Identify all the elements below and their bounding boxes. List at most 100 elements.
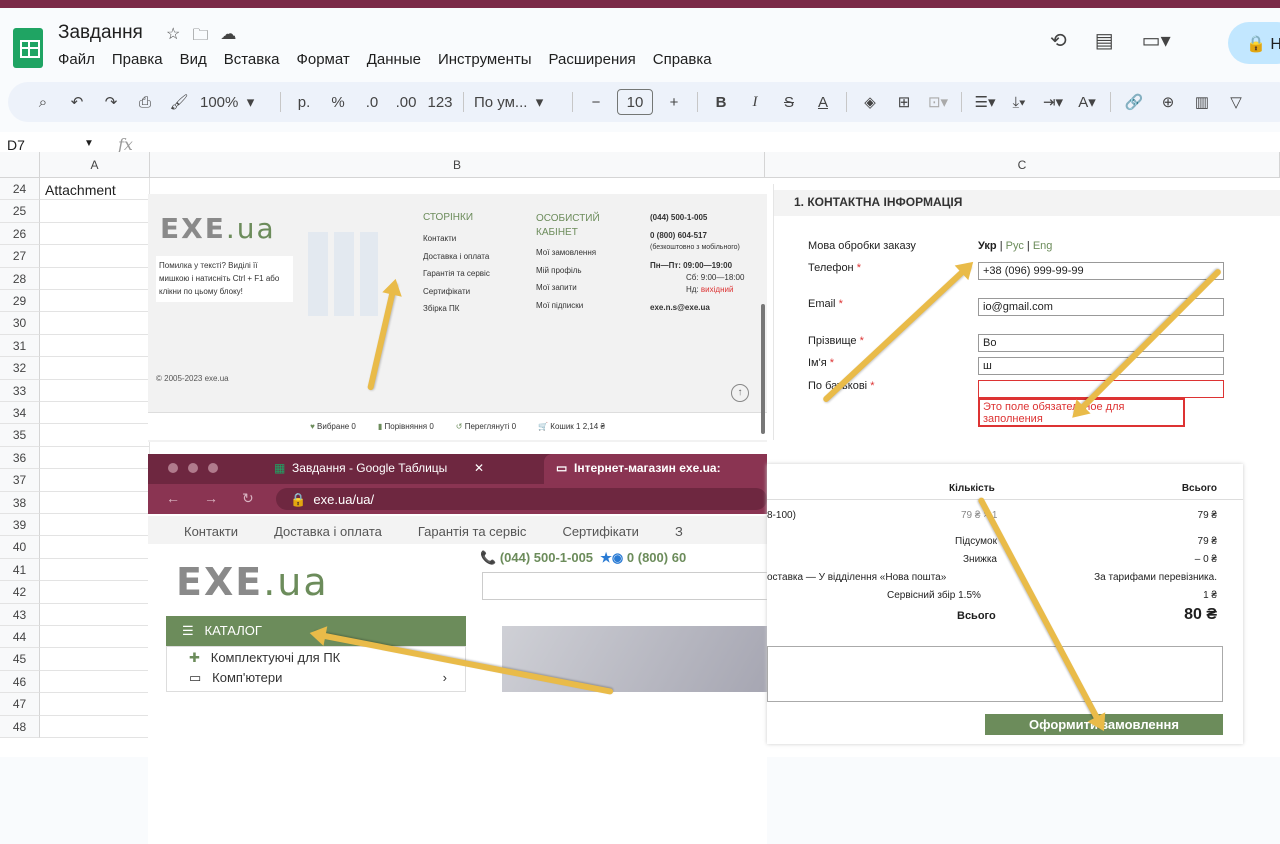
grid-cell[interactable] bbox=[40, 379, 150, 402]
nav-certificates[interactable]: Сертифікати bbox=[562, 524, 639, 544]
row-header[interactable]: 26 bbox=[0, 222, 40, 246]
increase-decimal-button[interactable]: .00 bbox=[389, 88, 423, 116]
banner-image[interactable] bbox=[502, 626, 767, 692]
row-header[interactable]: 33 bbox=[0, 379, 40, 402]
reload-icon[interactable]: ↻ bbox=[242, 490, 254, 507]
window-close-icon[interactable] bbox=[168, 463, 178, 473]
insert-chart-icon[interactable]: ▥ bbox=[1185, 88, 1219, 116]
vertical-align-icon[interactable]: ⤓▾ bbox=[1002, 88, 1036, 116]
row-header[interactable]: 30 bbox=[0, 312, 40, 335]
insert-comment-icon[interactable]: ⊕ bbox=[1151, 88, 1185, 116]
surname-input[interactable]: Во bbox=[978, 334, 1224, 352]
menu-format[interactable]: Формат bbox=[296, 51, 349, 68]
grid-cell[interactable] bbox=[40, 469, 150, 492]
grid-cell[interactable] bbox=[40, 290, 150, 313]
footer-email[interactable]: exe.n.s@exe.ua bbox=[650, 302, 744, 314]
zoom-select[interactable]: 100% ▾ bbox=[196, 88, 274, 116]
row-header[interactable]: 27 bbox=[0, 245, 40, 268]
grid-cell[interactable] bbox=[40, 603, 150, 626]
grid-cell[interactable] bbox=[40, 424, 150, 447]
attached-image-contact-form[interactable]: 1. КОНТАКТНА ІНФОРМАЦІЯ Мова обробки зак… bbox=[773, 184, 1280, 440]
grid-cell[interactable] bbox=[40, 491, 150, 514]
footer-link[interactable]: Гарантія та сервіс bbox=[423, 265, 490, 283]
compare-link[interactable]: ▮ Порівняння 0 bbox=[378, 422, 434, 431]
phone-input[interactable]: +38 (096) 999-99-99 bbox=[978, 262, 1224, 280]
grid-cell[interactable] bbox=[40, 446, 150, 470]
text-color-icon[interactable]: A bbox=[806, 88, 840, 116]
footer-link[interactable]: Мої замовлення bbox=[536, 244, 596, 262]
row-header[interactable]: 44 bbox=[0, 626, 40, 649]
grid-cell[interactable] bbox=[40, 670, 150, 694]
strikethrough-icon[interactable]: S bbox=[772, 88, 806, 116]
menu-view[interactable]: Вид bbox=[180, 51, 207, 68]
row-header[interactable]: 42 bbox=[0, 581, 40, 604]
nav-delivery[interactable]: Доставка і оплата bbox=[274, 524, 382, 544]
row-header[interactable]: 34 bbox=[0, 402, 40, 425]
grid-cell[interactable] bbox=[40, 648, 150, 671]
nav-warranty[interactable]: Гарантія та сервіс bbox=[418, 524, 527, 544]
column-header-a[interactable]: A bbox=[40, 152, 150, 178]
order-comment-textarea[interactable] bbox=[767, 646, 1223, 702]
fill-color-icon[interactable]: ◈ bbox=[853, 88, 887, 116]
row-header[interactable]: 48 bbox=[0, 715, 40, 738]
row-header[interactable]: 24 bbox=[0, 178, 40, 201]
grid-cell[interactable] bbox=[40, 558, 150, 582]
horizontal-align-icon[interactable]: ☰▾ bbox=[968, 88, 1002, 116]
grid-cell[interactable] bbox=[40, 514, 150, 537]
typo-notice[interactable]: Помилка у тексті? Виділі її мишкою і нат… bbox=[156, 256, 293, 302]
search-menus-icon[interactable]: ⌕ bbox=[26, 88, 60, 116]
bold-icon[interactable]: B bbox=[704, 88, 738, 116]
attached-image-order-summary[interactable]: Кількість Всього 8-100) 79 ₴ × 1 79 ₴ Пі… bbox=[767, 464, 1243, 744]
window-minimize-icon[interactable] bbox=[188, 463, 198, 473]
row-header[interactable]: 38 bbox=[0, 491, 40, 514]
cell-a24[interactable]: Attachment bbox=[45, 182, 116, 198]
row-header[interactable]: 43 bbox=[0, 603, 40, 626]
text-rotation-icon[interactable]: A▾ bbox=[1070, 88, 1104, 116]
insert-link-icon[interactable]: 🔗 bbox=[1117, 88, 1151, 116]
lang-eng[interactable]: Eng bbox=[1033, 240, 1053, 252]
grid-cell[interactable] bbox=[40, 626, 150, 649]
currency-format-button[interactable]: р. bbox=[287, 88, 321, 116]
row-header[interactable]: 47 bbox=[0, 693, 40, 716]
nav-contacts[interactable]: Контакти bbox=[184, 524, 238, 544]
footer-link[interactable]: Сертифікати bbox=[423, 283, 490, 301]
menu-insert[interactable]: Вставка bbox=[224, 51, 280, 68]
attached-image-browser[interactable]: ▦ Завдання - Google Таблицы ✕ ▭ Інтернет… bbox=[148, 454, 767, 844]
grid-cell[interactable] bbox=[40, 715, 150, 738]
footer-link[interactable]: Збірка ПК bbox=[423, 300, 490, 318]
history-icon[interactable]: ⟲ bbox=[1050, 28, 1067, 53]
grid-cell[interactable] bbox=[40, 200, 150, 223]
favorites-link[interactable]: ♥ Вибране 0 bbox=[310, 422, 356, 431]
paint-format-icon[interactable]: 🖌 bbox=[162, 88, 196, 116]
number-format-button[interactable]: 123 bbox=[423, 88, 457, 116]
star-icon[interactable]: ☆ bbox=[166, 24, 180, 51]
catalog-item-computers[interactable]: ▭ Комп'ютери › bbox=[167, 666, 465, 686]
grid-cell[interactable] bbox=[40, 536, 150, 559]
print-icon[interactable]: ⎙ bbox=[128, 88, 162, 116]
borders-icon[interactable]: ⊞ bbox=[887, 88, 921, 116]
column-header-b[interactable]: B bbox=[150, 152, 765, 178]
window-maximize-icon[interactable] bbox=[208, 463, 218, 473]
meet-icon[interactable]: ▭▾ bbox=[1142, 28, 1171, 53]
text-wrap-icon[interactable]: ⇥▾ bbox=[1036, 88, 1070, 116]
font-select[interactable]: По ум... ▾ bbox=[470, 88, 566, 116]
filter-icon[interactable]: ▽ bbox=[1219, 88, 1253, 116]
footer-link[interactable]: Доставка і оплата bbox=[423, 248, 490, 266]
viewed-link[interactable]: ↺ Переглянуті 0 bbox=[456, 422, 516, 431]
grid-cell[interactable] bbox=[40, 402, 150, 425]
font-size-increase-icon[interactable]: + bbox=[657, 88, 691, 116]
row-header[interactable]: 32 bbox=[0, 357, 40, 380]
row-header[interactable]: 37 bbox=[0, 469, 40, 492]
decrease-decimal-button[interactable]: .0 bbox=[355, 88, 389, 116]
font-size-input[interactable]: 10 bbox=[617, 89, 653, 115]
scroll-up-icon[interactable]: ↑ bbox=[731, 384, 749, 402]
grid-cell[interactable] bbox=[40, 312, 150, 335]
italic-icon[interactable]: I bbox=[738, 88, 772, 116]
site-logo[interactable]: EXE.ua bbox=[176, 560, 329, 604]
row-header[interactable]: 25 bbox=[0, 200, 40, 223]
site-phone2[interactable]: 0 (800) 60 bbox=[627, 550, 686, 565]
site-search-input[interactable] bbox=[482, 572, 767, 600]
forward-icon[interactable]: → bbox=[204, 490, 218, 506]
column-header-c[interactable]: C bbox=[765, 152, 1280, 178]
nav-more[interactable]: З bbox=[675, 524, 683, 544]
